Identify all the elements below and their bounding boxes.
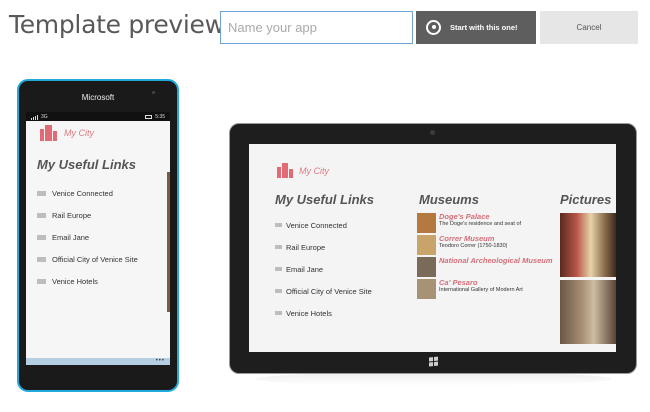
page-title: Template preview: [9, 10, 225, 39]
tablet-camera: [430, 130, 435, 135]
link-label: Venice Connected: [52, 188, 113, 198]
link-label: Venice Connected: [286, 220, 347, 230]
cloud-icon: [275, 223, 282, 227]
more-options-button[interactable]: •••: [156, 358, 165, 364]
phone-preview: Microsoft 3G 5:35 My City My Useful Link…: [17, 79, 179, 392]
cancel-button[interactable]: Cancel: [540, 11, 638, 44]
museum-thumbnail: [417, 235, 436, 255]
app-bar: •••: [26, 358, 170, 365]
link-label: Rail Europe: [286, 242, 326, 252]
link-item[interactable]: Venice Hotels: [275, 302, 372, 324]
link-label: Email Jane: [52, 232, 90, 242]
start-with-this-button[interactable]: Start with this one!: [416, 11, 536, 44]
power-icon: [426, 20, 441, 35]
mail-icon: [37, 234, 46, 240]
network-label: 3G: [41, 113, 48, 120]
museums-list: Doge's Palace The Doge's residence and s…: [417, 213, 562, 301]
link-label: Official City of Venice Site: [286, 286, 372, 296]
app-logo: My City: [277, 163, 329, 178]
tablet-screen: My City My Useful Links Venice Connected…: [249, 144, 616, 352]
link-label: Venice Hotels: [52, 276, 98, 286]
museum-thumbnail: [417, 279, 436, 299]
link-item[interactable]: Venice Hotels: [37, 270, 138, 292]
hotel-icon: [37, 278, 46, 284]
picture-thumbnail[interactable]: [560, 213, 616, 277]
museum-item[interactable]: Doge's Palace The Doge's residence and s…: [417, 213, 562, 235]
app-name-label: My City: [64, 128, 94, 138]
tablet-shadow: [256, 372, 612, 386]
city-icon: [40, 125, 57, 141]
train-icon: [275, 245, 282, 249]
link-item[interactable]: Official City of Venice Site: [275, 280, 372, 302]
mail-icon: [275, 267, 282, 271]
museum-name: Doge's Palace: [439, 213, 490, 221]
link-item[interactable]: Rail Europe: [275, 236, 372, 258]
picture-thumbnail[interactable]: [560, 280, 616, 344]
next-section-peek: [167, 172, 170, 312]
link-label: Rail Europe: [52, 210, 92, 220]
pictures-heading: Pictures: [560, 192, 612, 207]
app-logo: My City: [40, 125, 94, 141]
link-item[interactable]: Email Jane: [275, 258, 372, 280]
museum-item[interactable]: Correr Museum Teodoro Correr (1750-1830): [417, 235, 562, 257]
museum-thumbnail: [417, 213, 436, 233]
museum-item[interactable]: National Archeological Museum: [417, 257, 562, 279]
museum-desc: Teodoro Correr (1750-1830): [439, 243, 508, 249]
museums-heading: Museums: [419, 192, 479, 207]
cloud-icon: [37, 190, 46, 196]
museum-item[interactable]: Ca' Pesaro International Gallery of Mode…: [417, 279, 562, 301]
city-icon: [277, 163, 293, 178]
hotel-icon: [275, 311, 282, 315]
link-item[interactable]: Venice Connected: [37, 182, 138, 204]
train-icon: [37, 212, 46, 218]
start-button-label: Start with this one!: [450, 23, 518, 32]
document-icon: [37, 256, 46, 262]
museum-thumbnail: [417, 257, 436, 277]
link-item[interactable]: Email Jane: [37, 226, 138, 248]
links-heading: My Useful Links: [37, 157, 136, 172]
app-name-label: My City: [299, 165, 329, 176]
clock-label: 5:35: [155, 113, 165, 120]
museum-name: Ca' Pesaro: [439, 279, 478, 287]
links-list: Venice Connected Rail Europe Email Jane …: [275, 214, 372, 324]
document-icon: [275, 289, 282, 293]
links-list: Venice Connected Rail Europe Email Jane …: [37, 182, 138, 292]
museum-desc: International Gallery of Modern Art: [439, 287, 523, 293]
status-bar: 3G 5:35: [26, 112, 170, 121]
signal-icon: [31, 114, 38, 120]
museum-desc: The Doge's residence and seat of: [439, 221, 522, 227]
battery-icon: [145, 114, 153, 119]
link-label: Email Jane: [286, 264, 324, 274]
tablet-preview: My City My Useful Links Venice Connected…: [229, 123, 637, 374]
link-label: Official City of Venice Site: [52, 254, 138, 264]
link-item[interactable]: Rail Europe: [37, 204, 138, 226]
link-label: Venice Hotels: [286, 308, 332, 318]
phone-camera: [152, 91, 155, 94]
link-item[interactable]: Venice Connected: [275, 214, 372, 236]
app-name-input[interactable]: [220, 11, 413, 44]
museum-name: National Archeological Museum: [439, 257, 553, 265]
phone-brand: Microsoft: [81, 93, 115, 102]
museum-name: Correr Museum: [439, 235, 495, 243]
link-item[interactable]: Official City of Venice Site: [37, 248, 138, 270]
windows-icon[interactable]: [429, 356, 439, 367]
phone-screen: 3G 5:35 My City My Useful Links Venice C…: [26, 112, 170, 365]
links-heading: My Useful Links: [275, 192, 374, 207]
